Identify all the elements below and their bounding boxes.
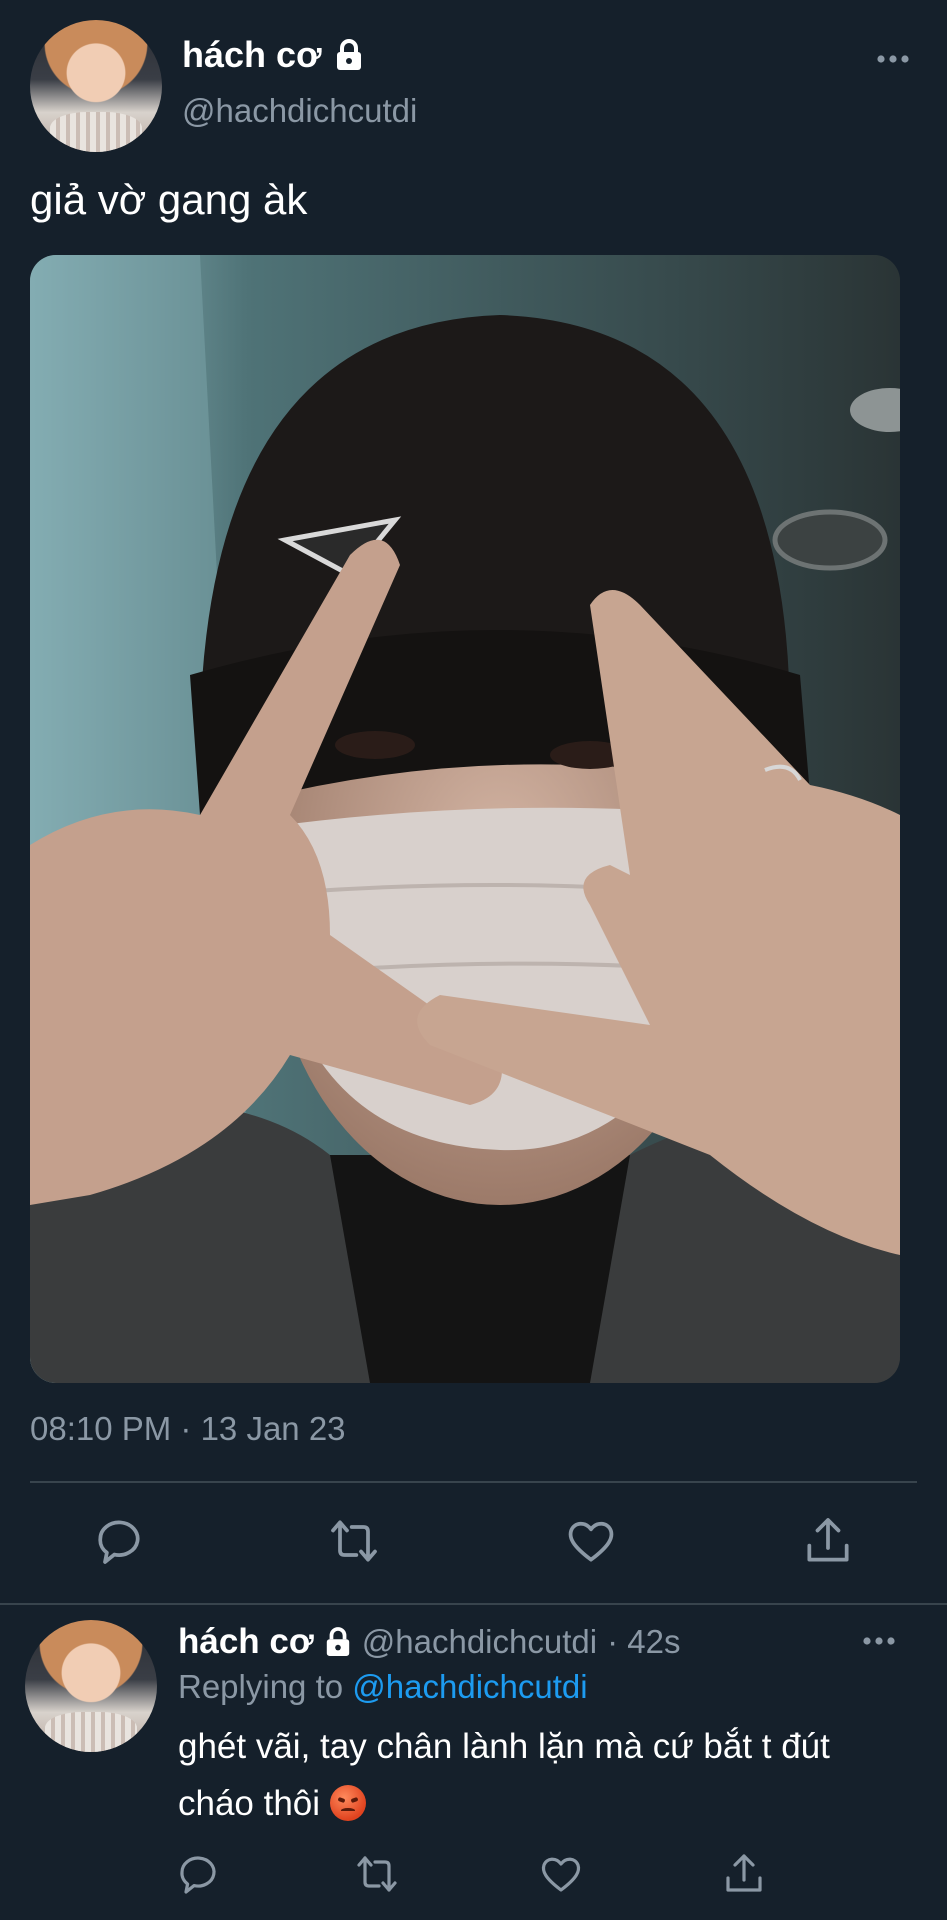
tweet-text: giả vờ gang àk <box>30 176 308 223</box>
reply-retweet-button[interactable] <box>353 1850 401 1898</box>
reply-share-button[interactable] <box>720 1850 768 1898</box>
reply-header: hách cơ @hachdichcutdi · 42s <box>178 1622 680 1662</box>
tweet-timestamp[interactable]: 08:10 PM · 13 Jan 23 <box>30 1410 346 1448</box>
more-icon[interactable] <box>862 1634 896 1648</box>
angry-face-emoji <box>329 1785 366 1821</box>
tweet-media-image[interactable] <box>30 255 900 1383</box>
reply-icon <box>180 1856 216 1894</box>
replying-to-mention[interactable]: @hachdichcutdi <box>352 1668 587 1705</box>
lock-icon <box>326 1627 349 1656</box>
like-icon <box>541 1857 581 1892</box>
like-icon <box>568 1521 614 1562</box>
share-icon <box>807 1518 849 1562</box>
more-icon[interactable] <box>876 52 910 66</box>
share-button[interactable] <box>800 1513 856 1569</box>
reply-age[interactable]: · 42s <box>607 1623 680 1661</box>
divider <box>30 1481 917 1483</box>
reply-reply-button[interactable] <box>174 1850 222 1898</box>
replying-to-label: Replying to <box>178 1668 344 1705</box>
reply-button[interactable] <box>91 1513 147 1569</box>
selfie-photo <box>30 255 900 1383</box>
author-name-row[interactable]: hách cơ <box>182 34 364 76</box>
lock-icon <box>336 39 361 70</box>
reply-author-avatar[interactable] <box>25 1620 157 1752</box>
retweet-button[interactable] <box>326 1513 382 1569</box>
reply-text: ghét vãi, tay chân lành lặn mà cứ bắt t … <box>178 1718 898 1832</box>
reply-author-name[interactable]: hách cơ <box>178 1622 314 1662</box>
retweet-icon <box>357 1856 397 1892</box>
replying-to: Replying to @hachdichcutdi <box>178 1668 588 1706</box>
reply-like-button[interactable] <box>537 1850 585 1898</box>
reply-text-line-1: ghét vãi, tay chân lành lặn mà cứ bắt t … <box>178 1727 830 1766</box>
author-handle[interactable]: @hachdichcutdi <box>182 92 417 130</box>
author-name[interactable]: hách cơ <box>182 34 322 76</box>
reply-text-line-2: cháo thôi <box>178 1784 321 1823</box>
retweet-icon <box>331 1520 377 1562</box>
section-divider <box>0 1603 947 1605</box>
reply-icon <box>98 1520 140 1564</box>
reply-author-handle[interactable]: @hachdichcutdi <box>362 1623 597 1661</box>
share-icon <box>726 1854 762 1892</box>
author-avatar[interactable] <box>30 20 162 152</box>
like-button[interactable] <box>563 1513 619 1569</box>
